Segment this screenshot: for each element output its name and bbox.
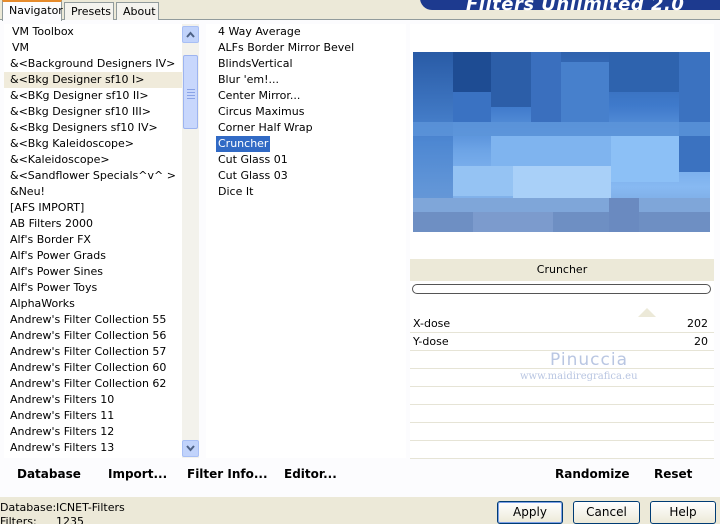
- category-item[interactable]: &<Background Designers IV>: [4, 56, 182, 72]
- filter-item[interactable]: Center Mirror...: [206, 88, 406, 104]
- filter-item[interactable]: BlindsVertical: [206, 56, 406, 72]
- filters-count: 1235: [56, 515, 84, 524]
- filter-item-label: Dice It: [218, 185, 254, 198]
- param-row-x-dose[interactable]: X-dose 202: [410, 315, 714, 333]
- category-item[interactable]: &<Kaleidoscope>: [4, 152, 182, 168]
- category-item[interactable]: AB Filters 2000: [4, 216, 182, 232]
- progress-bar: [412, 284, 711, 294]
- scroll-up-button[interactable]: [182, 26, 199, 43]
- category-item[interactable]: &Neu!: [4, 184, 182, 200]
- category-item[interactable]: Alf's Power Toys: [4, 280, 182, 296]
- command-bar: Database Import... Filter Info... Editor…: [4, 460, 714, 488]
- category-item[interactable]: VM Toolbox: [4, 24, 182, 40]
- category-item[interactable]: Alf's Power Grads: [4, 248, 182, 264]
- category-item[interactable]: Andrew's Filter Collection 57: [4, 344, 182, 360]
- category-item[interactable]: Andrew's Filters 13: [4, 440, 182, 456]
- filter-item[interactable]: Corner Half Wrap: [206, 120, 406, 136]
- category-item[interactable]: &<Bkg Kaleidoscope>: [4, 136, 182, 152]
- apply-button[interactable]: Apply: [497, 501, 563, 524]
- param-label: Y-dose: [413, 335, 449, 348]
- import-button[interactable]: Import...: [108, 467, 167, 481]
- watermark-name: Pinuccia: [550, 350, 628, 370]
- filters-label: Filters:: [0, 515, 37, 524]
- preview-panel: Cruncher X-dose 202 Y-dose 20 Pinuccia w…: [410, 24, 714, 460]
- param-label: X-dose: [413, 317, 451, 330]
- chevron-down-icon: [186, 445, 195, 452]
- filter-item[interactable]: ALFs Border Mirror Bevel: [206, 40, 406, 56]
- param-value: 20: [694, 335, 708, 348]
- category-scrollbar[interactable]: [182, 24, 199, 458]
- filter-item[interactable]: Cut Glass 03: [206, 168, 406, 184]
- category-item[interactable]: Andrew's Filter Collection 60: [4, 360, 182, 376]
- filter-item-label: Cruncher: [216, 136, 271, 152]
- reset-button[interactable]: Reset: [654, 467, 692, 481]
- filter-item-label: Center Mirror...: [218, 89, 301, 102]
- param-value: 202: [687, 317, 708, 330]
- tab-navigator[interactable]: Navigator: [2, 0, 63, 21]
- filter-item[interactable]: Circus Maximus: [206, 104, 406, 120]
- filter-list[interactable]: 4 Way Average ALFs Border Mirror Bevel B…: [206, 24, 406, 458]
- scroll-down-button[interactable]: [182, 440, 199, 457]
- slider-marker-icon: [638, 308, 656, 317]
- editor-button[interactable]: Editor...: [284, 467, 337, 481]
- category-item[interactable]: Andrew's Filters 11: [4, 408, 182, 424]
- category-item[interactable]: VM: [4, 40, 182, 56]
- tab-about[interactable]: About: [116, 2, 159, 20]
- selected-filter-name: Cruncher: [410, 259, 714, 281]
- filter-item-selected[interactable]: Cruncher: [206, 136, 406, 152]
- filter-item[interactable]: Cut Glass 01: [206, 152, 406, 168]
- param-row-empty: [410, 387, 714, 405]
- database-button[interactable]: Database: [17, 467, 81, 481]
- tab-presets[interactable]: Presets: [64, 2, 114, 20]
- filter-item[interactable]: Blur 'em!...: [206, 72, 406, 88]
- cancel-button[interactable]: Cancel: [573, 501, 640, 524]
- param-row-empty: [410, 441, 714, 459]
- category-item[interactable]: &<Bkg Designer sf10 III>: [4, 104, 182, 120]
- tab-bar: Navigator Presets About: [0, 0, 720, 21]
- filter-item-label: Corner Half Wrap: [218, 121, 313, 134]
- category-item[interactable]: Andrew's Filter Collection 62: [4, 376, 182, 392]
- filter-item[interactable]: 4 Way Average: [206, 24, 406, 40]
- param-row-empty: [410, 423, 714, 441]
- chevron-up-icon: [186, 31, 195, 38]
- filter-item-label: Circus Maximus: [218, 105, 305, 118]
- filter-item-label: ALFs Border Mirror Bevel: [218, 41, 355, 54]
- category-item[interactable]: &<Sandflower Specials^v^ >: [4, 168, 182, 184]
- category-item[interactable]: [AFS IMPORT]: [4, 200, 182, 216]
- filter-item-label: Cut Glass 01: [218, 153, 288, 166]
- footer: Database: ICNET-Filters Filters: 1235 Ap…: [0, 497, 720, 524]
- filter-item-label: Cut Glass 03: [218, 169, 288, 182]
- category-item[interactable]: Andrew's Filter Collection 55: [4, 312, 182, 328]
- category-list[interactable]: VM Toolbox VM &<Background Designers IV>…: [4, 24, 182, 458]
- preview-image: [413, 52, 710, 232]
- category-item[interactable]: &<Bkg Designers sf10 IV>: [4, 120, 182, 136]
- category-item[interactable]: Andrew's Filters 12: [4, 424, 182, 440]
- category-item[interactable]: Andrew's Filter Collection 56: [4, 328, 182, 344]
- param-row-empty: [410, 405, 714, 423]
- randomize-button[interactable]: Randomize: [555, 467, 629, 481]
- scroll-thumb[interactable]: [183, 55, 198, 129]
- category-item-selected[interactable]: &<Bkg Designer sf10 I>: [4, 72, 182, 88]
- category-item[interactable]: Alf's Border FX: [4, 232, 182, 248]
- filter-item-label: BlindsVertical: [218, 57, 293, 70]
- category-item[interactable]: &<BKg Designer sf10 II>: [4, 88, 182, 104]
- category-item[interactable]: Alf's Power Sines: [4, 264, 182, 280]
- filter-item[interactable]: Dice It: [206, 184, 406, 200]
- param-row-y-dose[interactable]: Y-dose 20: [410, 333, 714, 351]
- help-button[interactable]: Help: [650, 501, 716, 524]
- filter-item-label: 4 Way Average: [218, 25, 301, 38]
- database-label: Database:: [0, 501, 57, 514]
- database-value: ICNET-Filters: [56, 501, 125, 514]
- filter-info-button[interactable]: Filter Info...: [187, 467, 268, 481]
- watermark-site: www.maidiregrafica.eu: [520, 371, 638, 382]
- category-item[interactable]: Andrew's Filters 10: [4, 392, 182, 408]
- category-item[interactable]: AlphaWorks: [4, 296, 182, 312]
- filter-item-label: Blur 'em!...: [218, 73, 279, 86]
- parameter-area: X-dose 202 Y-dose 20 Pinuccia www.maidir…: [410, 300, 714, 460]
